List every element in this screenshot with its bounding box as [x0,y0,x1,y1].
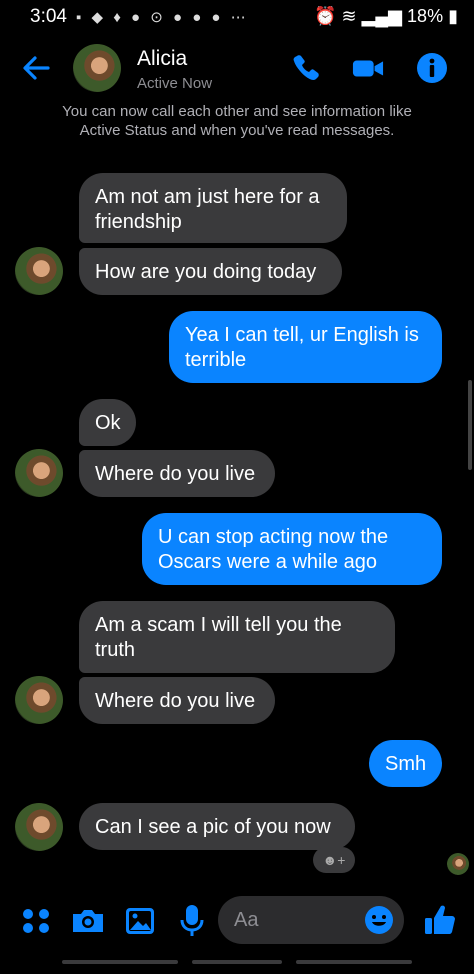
video-call-icon[interactable] [352,52,384,84]
nav-bar-segment [296,960,412,964]
message-incoming[interactable]: Ok [79,399,136,446]
contact-name[interactable]: Alicia [137,47,187,71]
signal-icon: ▂▄▆ [361,6,403,26]
message-incoming[interactable]: Where do you live [79,677,275,724]
more-apps-icon[interactable] [18,900,54,940]
camera-icon[interactable] [70,900,106,940]
active-status: Active Now [137,75,213,92]
alarm-icon: ⏰ [314,6,337,26]
microphone-icon[interactable] [174,900,210,940]
scrollbar[interactable] [468,380,472,470]
call-permission-notice: You can now call each other and see info… [62,103,412,139]
sender-avatar [15,449,63,497]
message-incoming[interactable]: How are you doing today [79,248,342,295]
message-input-placeholder: Aa [234,909,259,931]
sender-avatar [15,247,63,295]
sender-avatar [15,676,63,724]
contact-avatar[interactable] [73,44,121,92]
message-incoming[interactable]: Am not am just here for a friendship [79,173,347,243]
phone-call-icon[interactable] [290,52,322,84]
status-bar: 3:04 ▪ ◆ ♦ ● ⊙ ● ● ● ⋯ ⏰ ≋ ▂▄▆ 18% ▮ [0,0,474,34]
thumbs-up-icon[interactable] [422,900,458,940]
system-status: ⏰ ≋ ▂▄▆ 18% ▮ [314,6,458,27]
info-icon[interactable] [416,52,448,84]
status-time: 3:04 [30,6,67,27]
notification-icons: ▪ ◆ ♦ ● ⊙ ● ● ● ⋯ [76,9,249,26]
add-reaction-icon[interactable]: ☻+ [313,847,355,873]
back-arrow-icon[interactable] [20,52,52,84]
message-outgoing[interactable]: Yea I can tell, ur English is terrible [169,311,442,383]
sender-avatar [15,803,63,851]
wifi-icon: ≋ [341,6,357,26]
message-incoming[interactable]: Can I see a pic of you now [79,803,355,850]
emoji-icon[interactable] [364,905,394,935]
message-outgoing[interactable]: U can stop acting now the Oscars were a … [142,513,442,585]
nav-bar-segment [192,960,282,964]
gallery-icon[interactable] [122,900,158,940]
message-incoming[interactable]: Where do you live [79,450,275,497]
nav-bar-segment [62,960,178,964]
message-incoming[interactable]: Am a scam I will tell you the truth [79,601,395,673]
seen-receipt-avatar [447,853,469,875]
message-outgoing[interactable]: Smh [369,740,442,787]
battery-icon: ▮ [448,6,458,26]
battery-percent: 18% [407,6,444,26]
